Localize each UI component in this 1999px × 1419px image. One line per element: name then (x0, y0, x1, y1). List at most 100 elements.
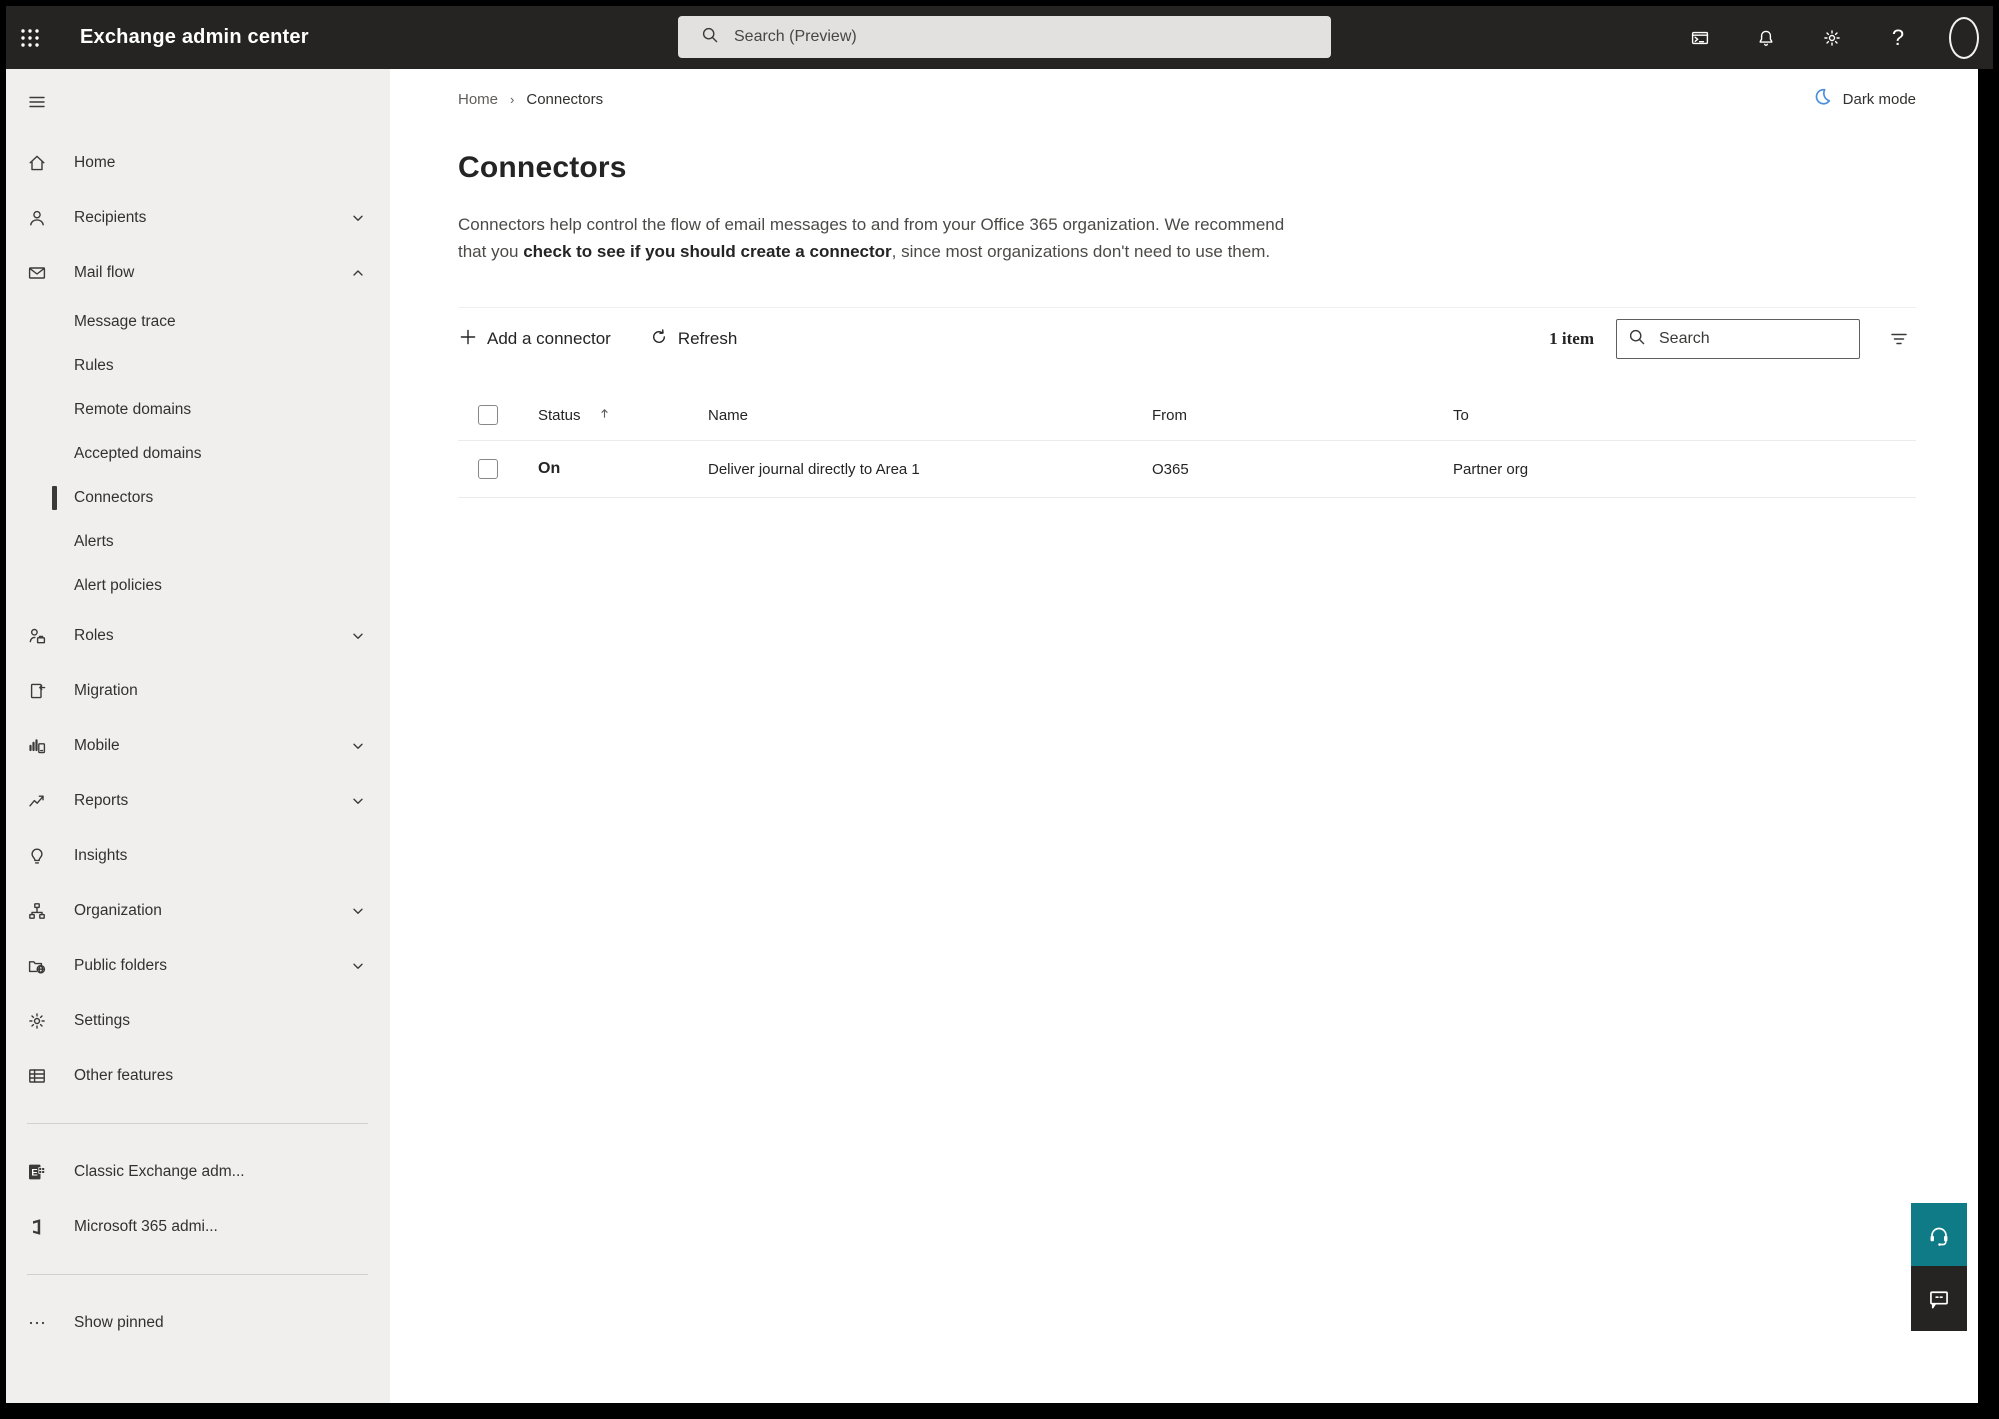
column-header-name[interactable]: Name (708, 407, 1152, 424)
sidebar-item-label: Alert policies (74, 577, 162, 594)
connector-status: On (538, 460, 561, 477)
home-icon (27, 153, 47, 173)
terminal-icon[interactable] (1685, 23, 1715, 53)
hamburger-menu-icon[interactable] (6, 77, 390, 127)
sidebar-item-label: Accepted domains (74, 445, 202, 462)
moon-icon (1811, 86, 1833, 112)
topbar-search-input[interactable] (734, 28, 1317, 46)
sidebar-item-label: Roles (74, 626, 114, 644)
sidebar-item-insights[interactable]: Insights (6, 828, 390, 883)
sidebar-item-alerts[interactable]: Alerts (6, 520, 390, 564)
plus-icon (458, 327, 478, 352)
account-avatar[interactable] (1949, 16, 1979, 59)
bell-icon[interactable] (1751, 23, 1781, 53)
sidebar-item-mail-flow[interactable]: Mail flow (6, 245, 390, 300)
sidebar-item-label: Other features (74, 1066, 174, 1084)
sidebar-item-recipients[interactable]: Recipients (6, 190, 390, 245)
organization-icon (27, 901, 47, 921)
connectors-table: Status Name From To On Deliver journal direc… (458, 390, 1916, 498)
table-row[interactable]: On Deliver journal directly to Area 1 O365… (458, 440, 1916, 498)
sidebar-divider (27, 1274, 368, 1275)
app-launcher-waffle-icon[interactable] (6, 6, 54, 69)
help-icon[interactable]: ? (1883, 23, 1913, 53)
sidebar-item-reports[interactable]: Reports (6, 773, 390, 828)
chevron-down-icon (348, 791, 368, 811)
pinned-icon (27, 1313, 47, 1333)
sidebar: Home Recipients Mail flow Message trace Rule… (6, 69, 390, 1403)
sidebar-item-label: Message trace (74, 313, 176, 330)
create-connector-check-link[interactable]: check to see if you should create a conn… (523, 242, 891, 261)
sidebar-item-label: Organization (74, 901, 162, 919)
search-icon (1627, 327, 1647, 352)
chevron-down-icon (348, 208, 368, 228)
sort-ascending-icon (597, 406, 612, 425)
topbar-actions: ? (1685, 6, 1979, 69)
avatar (1949, 16, 1979, 59)
add-connector-button[interactable]: Add a connector (458, 327, 611, 352)
sidebar-item-label: Public folders (74, 956, 168, 974)
sidebar-item-label: Rules (74, 357, 114, 374)
feedback-chat-button[interactable] (1911, 1266, 1967, 1331)
sidebar-divider (27, 1123, 368, 1124)
sidebar-nav-list: Home Recipients Mail flow Message trace Rule… (6, 135, 390, 1350)
sidebar-item-alert-policies[interactable]: Alert policies (6, 564, 390, 608)
breadcrumb-chevron-icon: › (510, 91, 515, 107)
sidebar-item-public-folders[interactable]: Public folders (6, 938, 390, 993)
public-folders-icon (27, 956, 47, 976)
refresh-label: Refresh (677, 329, 738, 348)
connector-name[interactable]: Deliver journal directly to Area 1 (708, 461, 1152, 478)
sidebar-item-rules[interactable]: Rules (6, 344, 390, 388)
refresh-button[interactable]: Refresh (649, 327, 738, 352)
list-search-box[interactable] (1616, 319, 1860, 359)
list-search-input[interactable] (1659, 330, 1849, 348)
m365-logo-icon (27, 1217, 47, 1237)
exchange-admin-window: Exchange admin center ? Home Recipients Ma… (6, 6, 1993, 1403)
dark-mode-toggle[interactable]: Dark mode (1811, 86, 1916, 112)
sidebar-item-accepted-domains[interactable]: Accepted domains (6, 432, 390, 476)
sidebar-item-label: Show pinned (74, 1313, 164, 1331)
row-checkbox[interactable] (478, 459, 498, 479)
topbar-search[interactable] (678, 16, 1331, 58)
sidebar-item-label: Classic Exchange adm... (74, 1162, 245, 1180)
sidebar-item-message-trace[interactable]: Message trace (6, 300, 390, 344)
gear-icon[interactable] (1817, 23, 1847, 53)
sidebar-item-connectors[interactable]: Connectors (6, 476, 390, 520)
breadcrumb: Home › Connectors (458, 91, 603, 108)
sidebar-item-mobile[interactable]: Mobile (6, 718, 390, 773)
support-headset-button[interactable] (1911, 1203, 1967, 1266)
reports-icon (27, 791, 47, 811)
chevron-down-icon (348, 736, 368, 756)
sidebar-item-label: Remote domains (74, 401, 192, 418)
breadcrumb-home-link[interactable]: Home (458, 91, 498, 108)
column-header-status[interactable]: Status (538, 406, 708, 425)
floating-buttons (1911, 1203, 1967, 1331)
sidebar-item-classic-exchange-adm[interactable]: E Classic Exchange adm... (6, 1144, 390, 1199)
sidebar-item-migration[interactable]: Migration (6, 663, 390, 718)
sidebar-item-show-pinned[interactable]: Show pinned (6, 1295, 390, 1350)
main-panel: Home › Connectors Dark mode Connectors C… (390, 69, 1978, 1403)
column-header-to[interactable]: To (1453, 407, 1916, 424)
svg-text:E: E (31, 1167, 37, 1178)
sidebar-item-microsoft-365-admi[interactable]: Microsoft 365 admi... (6, 1199, 390, 1254)
person-icon (27, 208, 47, 228)
sidebar-item-label: Settings (74, 1011, 131, 1029)
sidebar-item-remote-domains[interactable]: Remote domains (6, 388, 390, 432)
page-title: Connectors (458, 151, 627, 184)
sidebar-item-home[interactable]: Home (6, 135, 390, 190)
sidebar-item-roles[interactable]: Roles (6, 608, 390, 663)
select-all-checkbox[interactable] (478, 405, 498, 425)
page-description: Connectors help control the flow of emai… (458, 211, 1300, 265)
filter-icon[interactable] (1882, 322, 1916, 356)
column-header-from[interactable]: From (1152, 407, 1453, 424)
dark-mode-label: Dark mode (1842, 90, 1916, 108)
sidebar-item-label: Mobile (74, 736, 120, 754)
sidebar-item-label: Migration (74, 681, 138, 699)
sidebar-item-label: Recipients (74, 208, 147, 226)
table-header-row: Status Name From To (458, 390, 1916, 440)
mobile-icon (27, 736, 47, 756)
sidebar-item-label: Connectors (74, 489, 154, 506)
sidebar-item-settings[interactable]: Settings (6, 993, 390, 1048)
sidebar-item-other-features[interactable]: Other features (6, 1048, 390, 1103)
content-area: Home Recipients Mail flow Message trace Rule… (6, 69, 1993, 1403)
sidebar-item-organization[interactable]: Organization (6, 883, 390, 938)
